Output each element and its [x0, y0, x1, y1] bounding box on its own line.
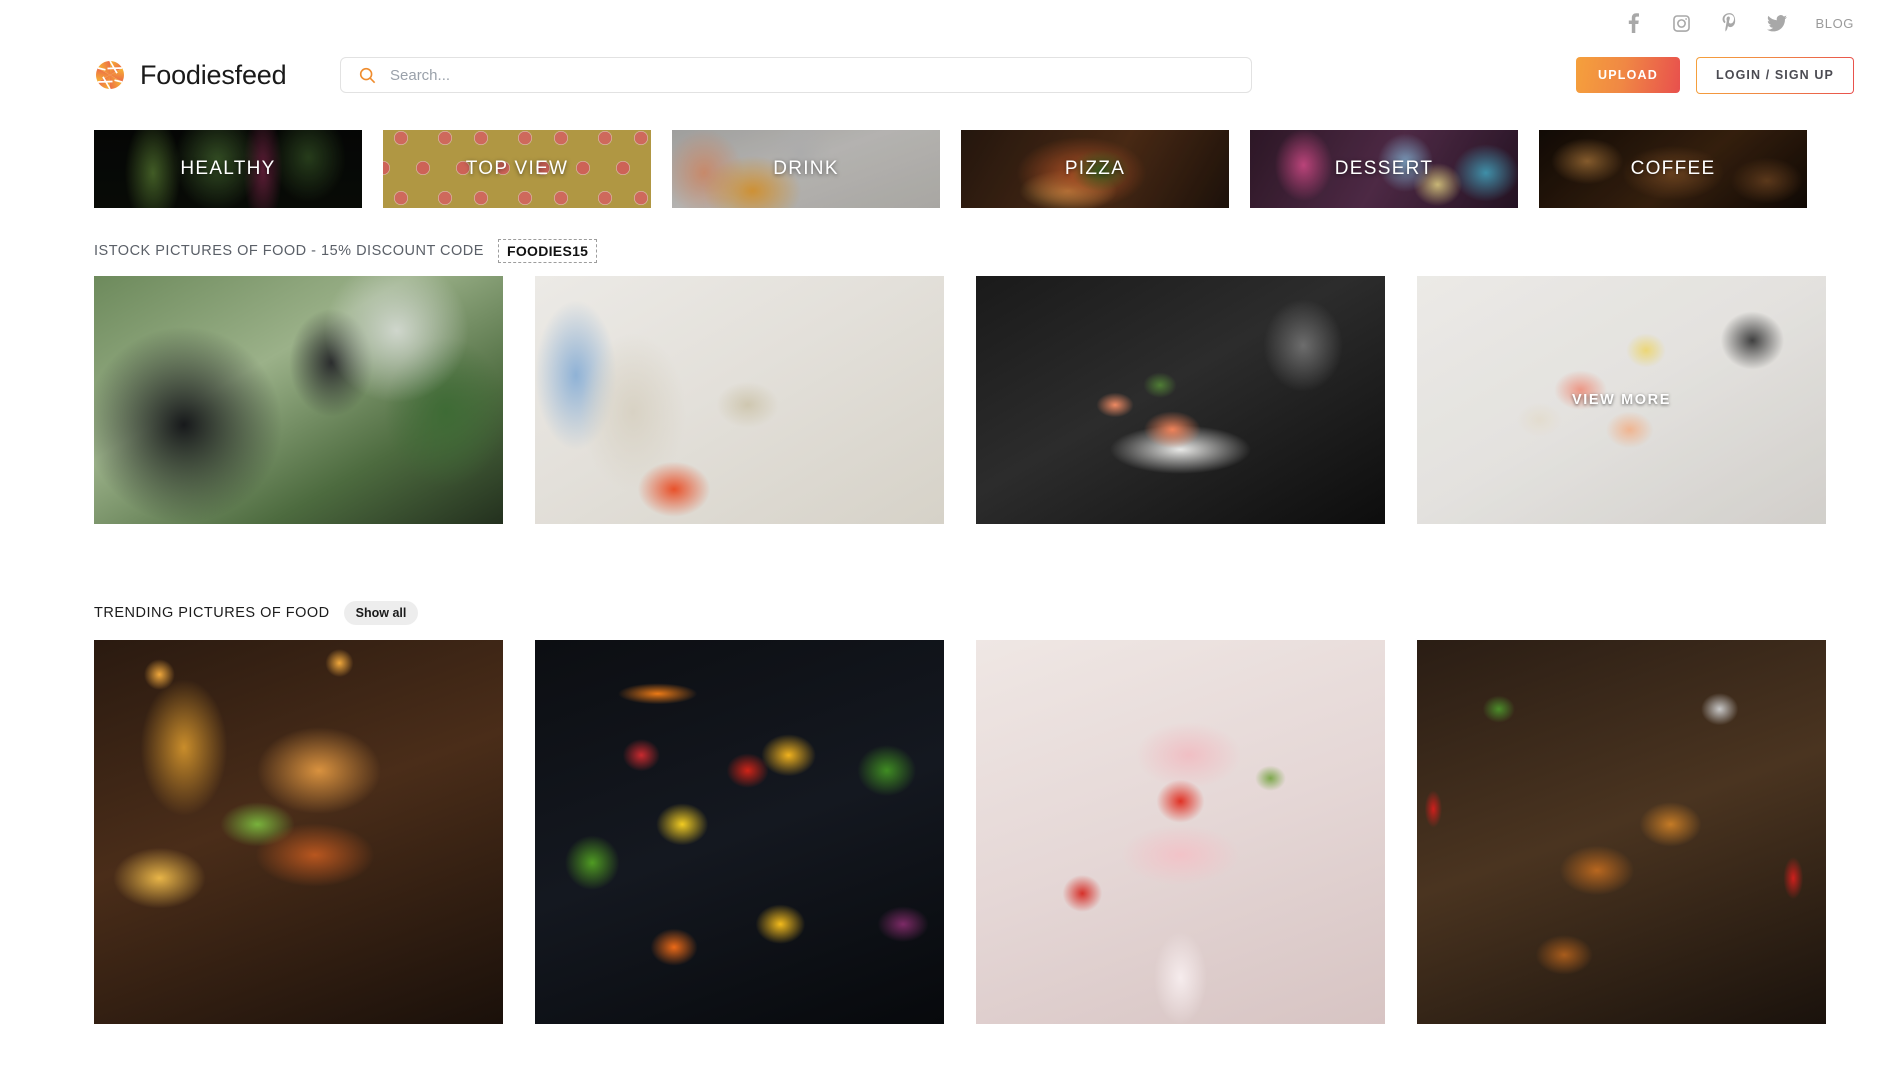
trending-section-header: TRENDING PICTURES OF FOOD Show all: [0, 601, 1902, 625]
brand-name: Foodiesfeed: [140, 59, 287, 90]
category-tile-top-view[interactable]: TOP VIEW: [383, 130, 651, 208]
trending-image-thumbnail: [535, 640, 944, 1024]
site-header: Foodiesfeed UPLOAD LOGIN / SIGN UP: [0, 46, 1902, 104]
category-label: COFFEE: [1630, 158, 1716, 179]
category-label: TOP VIEW: [465, 158, 569, 179]
discount-code-chip[interactable]: FOODIES15: [497, 239, 598, 263]
category-tile-healthy[interactable]: HEALTHY: [94, 130, 362, 208]
category-label: DESSERT: [1334, 158, 1434, 179]
instagram-icon[interactable]: [1671, 12, 1691, 34]
search-icon: [359, 67, 376, 84]
trending-card[interactable]: [94, 640, 503, 1024]
category-label: DRINK: [773, 158, 839, 179]
category-tile-drink[interactable]: DRINK: [672, 130, 940, 208]
trending-card[interactable]: [976, 640, 1385, 1024]
search-area: [340, 57, 1536, 93]
trending-section-title: TRENDING PICTURES OF FOOD: [94, 605, 330, 621]
istock-image-thumbnail: [976, 276, 1385, 524]
pinterest-icon[interactable]: [1719, 12, 1739, 34]
brand-logo[interactable]: Foodiesfeed: [94, 59, 340, 91]
trending-image-thumbnail: [976, 640, 1385, 1024]
trending-image-thumbnail: [94, 640, 503, 1024]
header-actions: UPLOAD LOGIN / SIGN UP: [1576, 57, 1854, 94]
category-tile-pizza[interactable]: PIZZA: [961, 130, 1229, 208]
istock-section-title: ISTOCK PICTURES OF FOOD - 15% DISCOUNT C…: [94, 243, 484, 259]
twitter-icon[interactable]: [1767, 12, 1788, 34]
istock-card-view-more[interactable]: VIEW MORE: [1417, 276, 1826, 524]
istock-image-thumbnail: [94, 276, 503, 524]
page-root: BLOG Foodiesfeed Search... UPLOAD LOGIN …: [0, 0, 1902, 1080]
trending-image-thumbnail: [1417, 640, 1826, 1024]
istock-card[interactable]: [94, 276, 503, 524]
search-box[interactable]: [340, 57, 1252, 93]
category-strip: HEALTHY TOP VIEW DRINK PIZZA DESSERT COF…: [0, 104, 1902, 208]
search-input[interactable]: [390, 66, 1233, 84]
istock-section-header: ISTOCK PICTURES OF FOOD - 15% DISCOUNT C…: [0, 239, 1902, 263]
istock-card[interactable]: [535, 276, 944, 524]
view-more-label[interactable]: VIEW MORE: [1417, 276, 1826, 524]
istock-image-grid: VIEW MORE: [0, 262, 1902, 524]
istock-card[interactable]: [976, 276, 1385, 524]
trending-card[interactable]: [535, 640, 944, 1024]
facebook-icon[interactable]: [1623, 12, 1643, 34]
trending-image-grid: [0, 624, 1902, 1024]
blog-link[interactable]: BLOG: [1815, 16, 1854, 31]
category-tile-coffee[interactable]: COFFEE: [1539, 130, 1807, 208]
upload-button[interactable]: UPLOAD: [1576, 57, 1680, 93]
aperture-logo-icon: [94, 59, 126, 91]
category-label: HEALTHY: [180, 158, 276, 179]
trending-card[interactable]: [1417, 640, 1826, 1024]
category-tile-dessert[interactable]: DESSERT: [1250, 130, 1518, 208]
login-signup-button[interactable]: LOGIN / SIGN UP: [1696, 57, 1854, 94]
top-utility-bar: BLOG: [0, 0, 1902, 46]
show-all-button[interactable]: Show all: [343, 601, 419, 625]
istock-image-thumbnail: [535, 276, 944, 524]
category-label: PIZZA: [1064, 158, 1126, 179]
